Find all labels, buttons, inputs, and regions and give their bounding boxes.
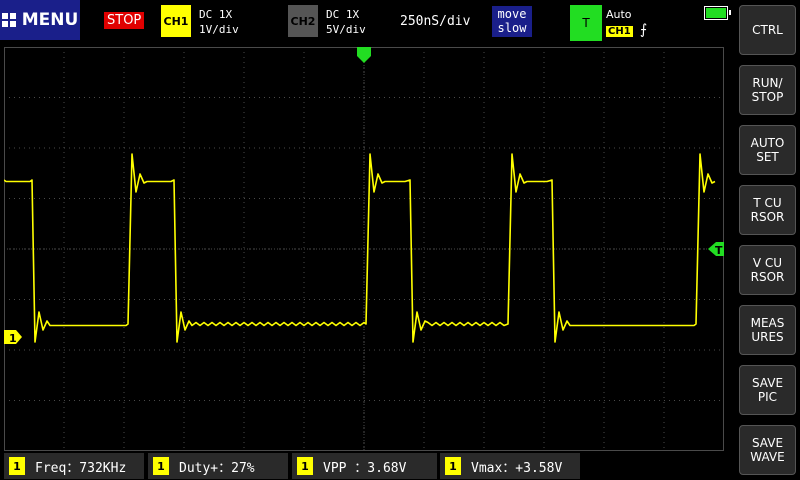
ch1-coupling: DC 1X	[199, 8, 233, 21]
move-speed-button[interactable]: move slow	[492, 6, 532, 37]
save-wave-button[interactable]: SAVE WAVE	[739, 425, 796, 475]
trigger-position-marker[interactable]	[357, 47, 371, 63]
ch1-waveform	[4, 153, 716, 343]
ch1-marker-label: 1	[9, 332, 17, 345]
v-cursor-button[interactable]: V CU RSOR	[739, 245, 796, 295]
scope-grid	[4, 47, 724, 451]
rising-edge-icon[interactable]: ⨍	[640, 22, 647, 38]
run-state-badge: STOP	[104, 12, 145, 29]
ch1-settings[interactable]: DC 1X 1V/div	[199, 7, 239, 37]
ch1-scale: 1V/div	[199, 23, 239, 36]
measure-vmax[interactable]: 1 Vmax：+3.58V	[440, 453, 580, 479]
measure-channel-badge: 1	[445, 457, 461, 475]
ch2-badge[interactable]: CH2	[288, 5, 318, 37]
battery-icon	[704, 6, 731, 20]
run-stop-button[interactable]: RUN/ STOP	[739, 65, 796, 115]
measure-duty[interactable]: 1 Duty+：27%	[148, 453, 288, 479]
timebase-readout[interactable]: 250nS/div	[400, 14, 470, 29]
trigger-level-marker[interactable]: T	[708, 242, 724, 257]
t-cursor-button[interactable]: T CU RSOR	[739, 185, 796, 235]
measure-channel-badge: 1	[9, 457, 25, 475]
trigger-mode[interactable]: Auto	[606, 8, 632, 21]
measure-channel-badge: 1	[153, 457, 169, 475]
measure-channel-badge: 1	[297, 457, 313, 475]
measures-button[interactable]: MEAS URES	[739, 305, 796, 355]
ch1-ground-marker[interactable]: 1	[4, 330, 22, 345]
ch2-settings[interactable]: DC 1X 5V/div	[326, 7, 366, 37]
measure-vmax-text: Vmax：+3.58V	[471, 460, 563, 476]
measure-freq[interactable]: 1 Freq：732KHz	[4, 453, 144, 479]
ctrl-button[interactable]: CTRL	[739, 5, 796, 55]
ch2-scale: 5V/div	[326, 23, 366, 36]
save-pic-button[interactable]: SAVE PIC	[739, 365, 796, 415]
auto-set-button[interactable]: AUTO SET	[739, 125, 796, 175]
scope-display[interactable]: 1 T	[4, 47, 724, 451]
measure-vpp-text: VPP ：3.68V	[323, 460, 407, 476]
measure-duty-text: Duty+：27%	[179, 460, 255, 476]
menu-grid-icon	[1, 13, 16, 27]
move-label: move	[497, 7, 527, 21]
measure-vpp[interactable]: 1 VPP ：3.68V	[292, 453, 437, 479]
menu-button[interactable]: MENU	[0, 0, 80, 40]
measure-freq-text: Freq：732KHz	[35, 460, 127, 476]
trigger-badge[interactable]: T	[570, 5, 602, 41]
move-speed: slow	[497, 21, 527, 35]
trigger-source[interactable]: CH1	[606, 26, 633, 37]
ch1-badge[interactable]: CH1	[161, 5, 191, 37]
trigger-marker-label: T	[715, 244, 723, 257]
ch2-coupling: DC 1X	[326, 8, 360, 21]
menu-label: MENU	[21, 10, 79, 30]
